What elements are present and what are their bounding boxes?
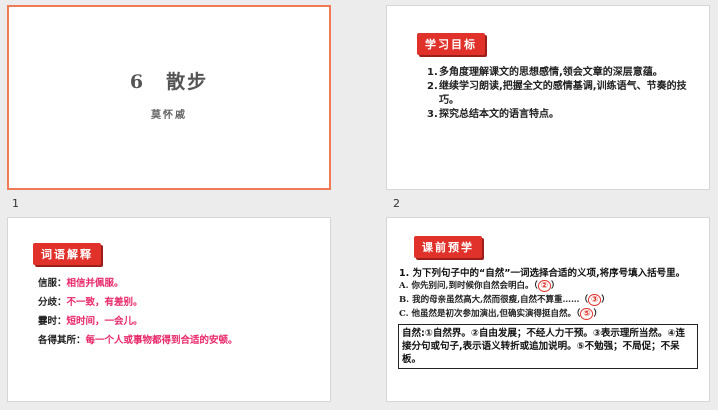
slide-thumbnail-2[interactable]: 学习目标 1. 多角度理解课文的思想感情,领会文章的深层意蕴。 2. 继续学习朗读,… — [386, 5, 710, 190]
section-tag: 词语解释 — [33, 243, 101, 265]
goal-item: 1. 多角度理解课文的思想感情,领会文章的深层意蕴。 — [427, 67, 663, 78]
goal-item: 3. 探究总结本文的语言特点。 — [427, 109, 559, 120]
goal-item: 2. 继续学习朗读,把握全文的感情基调,训练语气、节奏的技巧。 — [427, 81, 687, 106]
slide-thumbnail-3[interactable]: 词语解释 信服：相信并佩服。 分歧：不一致，有差别。 霎时：短时间，一会儿。 各… — [7, 217, 331, 402]
section-tag: 学习目标 — [417, 33, 485, 55]
vocab-entry: 分歧：不一致，有差别。 — [38, 297, 143, 308]
section-tag: 课前预学 — [414, 236, 482, 258]
question-text: 1. 为下列句子中的“自然”一词选择合适的义项,将序号填入括号里。 — [399, 268, 686, 279]
question-item: C. 他虽然是初次参加演出,但确实演得挺自然。（ ⑤） — [399, 308, 602, 320]
vocab-list: 信服：相信并佩服。 分歧：不一致，有差别。 霎时：短时间，一会儿。 各得其所：每… — [38, 278, 328, 354]
slide-thumbnail-1[interactable]: 6 散步 莫怀戚 — [7, 5, 331, 190]
slide-number-1: 1 — [12, 197, 19, 210]
goal-list: 1. 多角度理解课文的思想感情,领会文章的深层意蕴。 2. 继续学习朗读,把握全文的… — [427, 66, 687, 122]
answer-mark: ② — [537, 280, 551, 292]
vocab-entry: 霎时：短时间，一会儿。 — [38, 316, 143, 327]
question-item: B. 我的母亲虽然高大,然而很瘦,自然不算重……（ ③） — [399, 294, 610, 306]
definition-box: 自然:①自然界。②自由发展；不经人力干预。③表示理所当然。④连接分句或句子,表示… — [398, 324, 698, 369]
slide-author: 莫怀戚 — [151, 110, 187, 121]
slide-thumbnail-4[interactable]: 课前预学 1. 为下列句子中的“自然”一词选择合适的义项,将序号填入括号里。 A… — [386, 217, 710, 402]
vocab-entry: 信服：相信并佩服。 — [38, 278, 124, 289]
answer-mark: ⑤ — [580, 308, 594, 320]
question-item: A. 你先别问,到时候你自然会明白。（ ②） — [399, 280, 560, 292]
vocab-entry: 各得其所：每一个人或事物都得到合适的安顿。 — [38, 335, 238, 346]
slide-number-2: 2 — [393, 197, 400, 210]
answer-mark: ③ — [588, 294, 602, 306]
slide-title: 6 散步 — [129, 71, 209, 93]
